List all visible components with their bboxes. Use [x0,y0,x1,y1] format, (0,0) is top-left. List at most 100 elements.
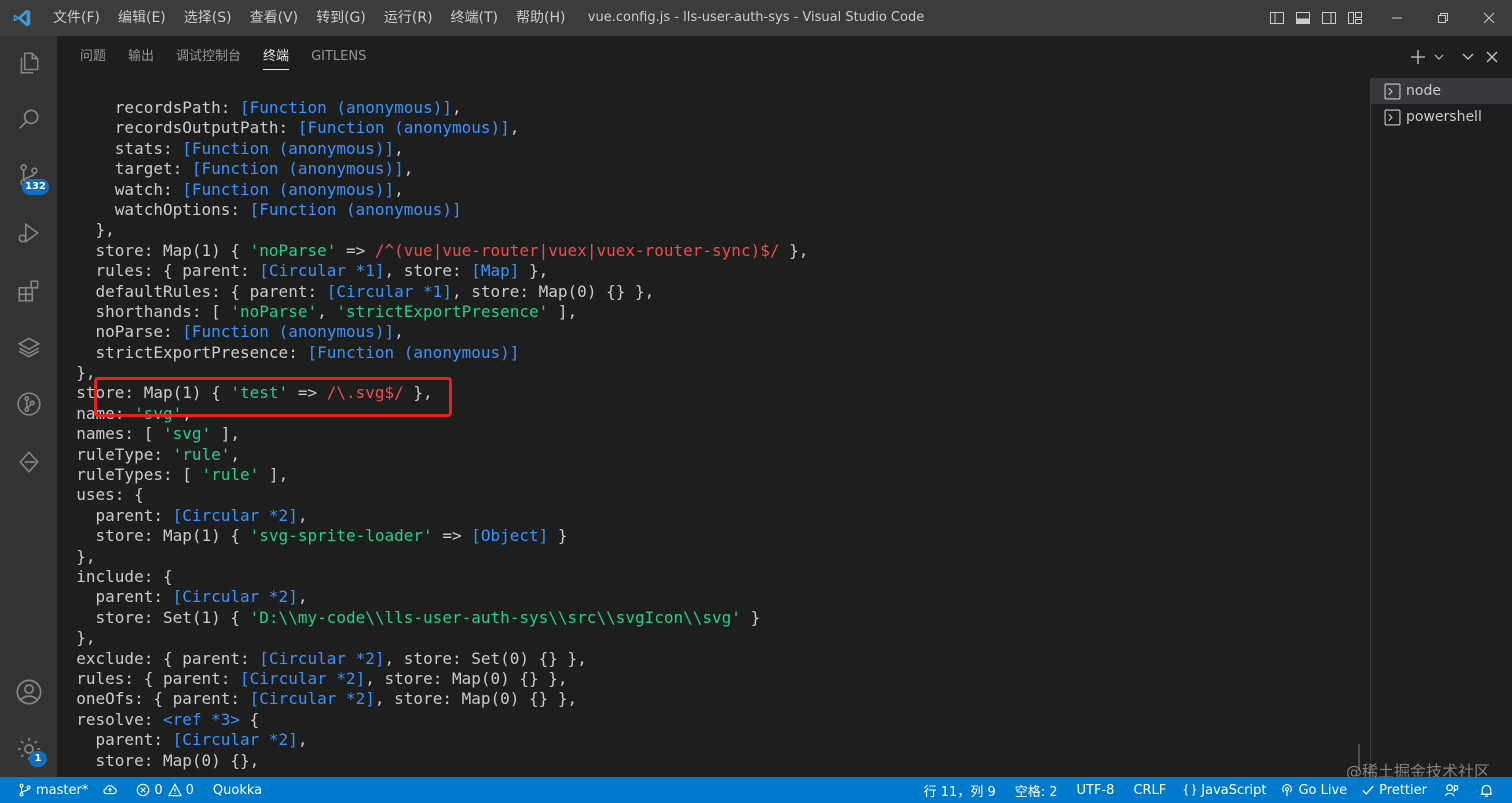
menu-help[interactable]: 帮助(H) [507,0,574,36]
terminal-token: [Circular *1] [259,261,385,281]
close-panel-icon[interactable] [1480,36,1504,78]
status-branch[interactable]: master* [0,777,95,803]
terminal-token: target: [57,159,192,179]
terminal-line: resolve: <ref *3> { [57,710,808,730]
status-cursor-position[interactable]: 行 11，列 9 [917,777,1008,803]
git-graph-icon[interactable] [0,379,57,429]
error-count: 0 [154,782,163,798]
prettier-label: Prettier [1379,782,1427,798]
menu-view[interactable]: 查看(V) [241,0,308,36]
menu-edit[interactable]: 编辑(E) [109,0,175,36]
terminal-lines: recordsPath: [Function (anonymous)], rec… [57,98,808,771]
chevron-down-icon[interactable] [1430,36,1448,78]
title-actions [1264,0,1512,36]
account-icon[interactable] [0,667,57,717]
terminal-token: store: Map(0) {}, [57,750,260,770]
terminal-tab-node[interactable]: node [1371,78,1512,104]
terminal-output[interactable]: recordsPath: [Function (anonymous)], rec… [57,78,1360,777]
terminal-token: oneOfs: { parent: [57,689,250,709]
terminal-tab-label: node [1406,83,1441,99]
quokka-label: Quokka [212,782,263,798]
search-icon[interactable] [0,94,57,144]
terminal-token: 'svg-sprite-loader' [249,526,433,546]
terminal-token: store: Set(1) { [57,607,250,627]
status-feedback[interactable] [1434,777,1473,803]
terminal-line: store: Map(0) {}, [57,751,808,771]
toggle-secondary-sidebar-icon[interactable] [1316,0,1342,36]
terminal-token: , [297,587,308,607]
minimize-icon[interactable] [1374,0,1420,36]
terminal-token: [Object] [471,526,549,546]
menu-terminal[interactable]: 终端(T) [442,0,507,36]
terminal-line: store: Map(1) { 'svg-sprite-loader' => [… [57,526,808,546]
panel-actions [1406,36,1512,78]
terminal-token: recordsPath: [57,98,241,117]
extensions-icon[interactable] [0,266,57,316]
close-icon[interactable] [1466,0,1512,36]
status-eol[interactable]: CRLF [1126,777,1176,803]
tab-output[interactable]: 输出 [117,36,165,78]
vscode-logo-icon [0,0,44,36]
terminal-icon [1384,109,1401,125]
terminal-tab-powershell[interactable]: powershell [1371,104,1512,130]
terminal-token: ], [259,465,289,485]
files-icon[interactable] [0,38,57,88]
layers-icon[interactable] [0,322,57,372]
terminal-token: , [317,301,337,321]
source-control-icon[interactable]: 132 [0,150,57,200]
restore-icon[interactable] [1420,0,1466,36]
terminal-token: include: { [57,566,173,586]
status-go-live[interactable]: Go Live [1273,777,1354,803]
terminal-token: uses: { [57,485,144,505]
terminal-token: [Map] [471,261,520,281]
status-sync[interactable] [95,777,129,803]
menu-go[interactable]: 转到(G) [307,0,375,36]
status-notifications[interactable] [1473,777,1512,803]
new-terminal-icon[interactable] [1406,36,1430,78]
terminal-line: target: [Function (anonymous)], [57,159,808,179]
terminal-token: 'D:\\my-code\\lls-user-auth-sys\\src\\sv… [249,607,741,627]
menu-bar: 文件(F) 编辑(E) 选择(S) 查看(V) 转到(G) 运行(R) 终端(T… [44,0,574,36]
broadcast-icon [1282,784,1293,797]
status-indentation[interactable]: 空格: 2 [1008,777,1070,803]
indentation-label: 空格: 2 [1014,784,1058,800]
tab-problems[interactable]: 问题 [69,36,117,78]
status-encoding[interactable]: UTF-8 [1070,777,1127,803]
menu-run[interactable]: 运行(R) [375,0,442,36]
terminal-token: noParse: [57,322,183,342]
menu-selection[interactable]: 选择(S) [175,0,241,36]
git-branch-icon [19,783,31,797]
terminal-icon [1384,83,1401,99]
gitlens-icon[interactable] [0,437,57,487]
tab-debug-console[interactable]: 调试控制台 [165,36,252,78]
terminal-token: parent: [57,587,173,607]
settings-gear-icon[interactable]: 1 [0,724,57,774]
terminal-tab-label: powershell [1406,109,1482,125]
status-problems[interactable]: 0 0 [129,777,201,803]
terminal-line: noParse: [Function (anonymous)], [57,322,808,342]
terminal-line: }, [57,628,808,648]
terminal-token: watch: [57,179,183,199]
panel: 问题 输出 调试控制台 终端 GITLENS recordsPath: [Fun… [57,36,1512,777]
terminal-line: recordsOutputPath: [Function (anonymous)… [57,118,808,138]
tab-gitlens[interactable]: GITLENS [300,36,377,78]
toggle-panel-icon[interactable] [1290,0,1316,36]
terminal-token: , store: Map(0) {} }, [451,281,655,301]
terminal-token: recordsOutputPath: [57,118,298,138]
status-quokka[interactable]: Quokka [201,777,269,803]
toggle-primary-sidebar-icon[interactable] [1264,0,1290,36]
error-icon [137,783,150,797]
terminal-token: [Function (anonymous)] [249,199,462,219]
tab-terminal[interactable]: 终端 [252,36,300,78]
menu-file[interactable]: 文件(F) [44,0,109,36]
status-prettier[interactable]: Prettier [1354,777,1434,803]
run-debug-icon[interactable] [0,208,57,258]
terminal-token: , store: [384,261,472,281]
status-bar: master* 0 0 Quokka 行 11，列 9 空格: 2 UTF-8 … [0,777,1512,803]
terminal-line: parent: [Circular *2], [57,587,808,607]
terminal-line: strictExportPresence: [Function (anonymo… [57,343,808,363]
terminal-token: => [432,526,472,546]
customize-layout-icon[interactable] [1342,0,1368,36]
status-language[interactable]: JavaScript [1176,777,1273,803]
maximize-panel-icon[interactable] [1456,36,1480,78]
